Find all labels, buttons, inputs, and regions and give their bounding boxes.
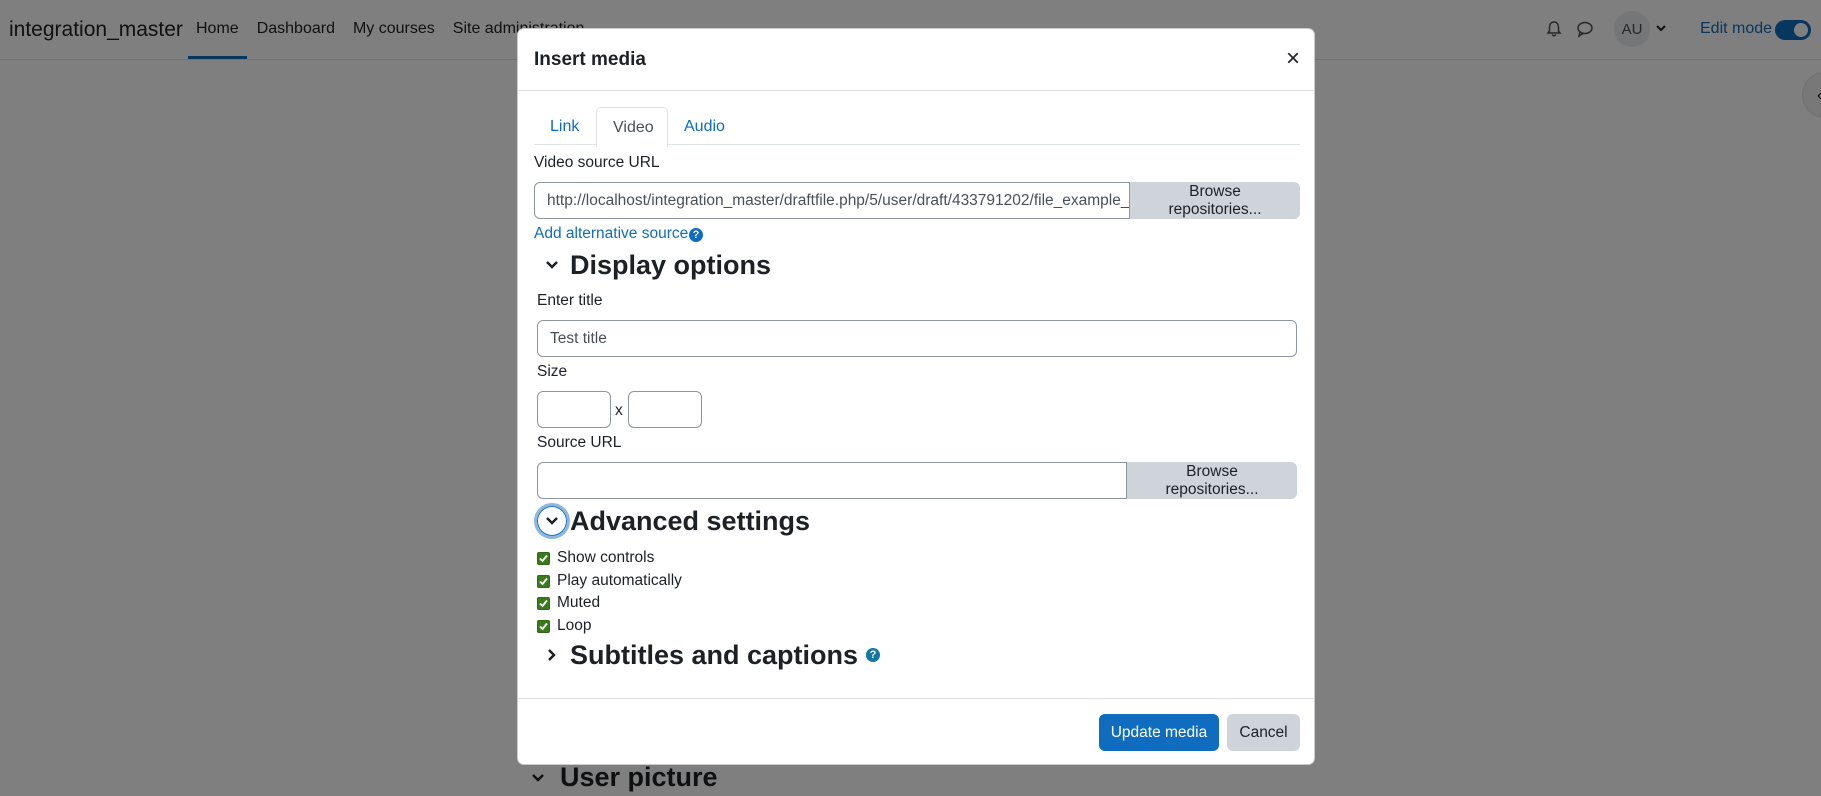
muted-label: Muted <box>557 594 601 611</box>
muted-option[interactable]: Muted <box>537 594 600 612</box>
tab-audio[interactable]: Audio <box>668 107 742 147</box>
display-options-title: Display options <box>570 249 772 280</box>
loop-option[interactable]: Loop <box>537 617 591 635</box>
add-alternative-source-link[interactable]: Add alternative source <box>534 225 688 243</box>
play-automatically-option[interactable]: Play automatically <box>537 572 682 590</box>
play-automatically-checkbox[interactable] <box>537 574 550 588</box>
height-input[interactable] <box>628 391 702 428</box>
muted-checkbox[interactable] <box>537 596 550 610</box>
browse-repositories-button[interactable]: Browse repositories... <box>1130 182 1300 219</box>
show-controls-option[interactable]: Show controls <box>537 549 654 567</box>
chevron-down-icon[interactable] <box>534 247 570 283</box>
source-url-input[interactable] <box>537 462 1127 499</box>
subtitles-captions-header[interactable]: Subtitles and captions ? <box>534 637 881 673</box>
close-icon[interactable]: × <box>1282 47 1304 71</box>
chevron-down-icon[interactable] <box>534 503 570 539</box>
source-browse-repositories-button[interactable]: Browse repositories... <box>1127 462 1297 499</box>
enter-title-label: Enter title <box>537 292 603 309</box>
modal-title: Insert media <box>534 49 646 70</box>
advanced-settings-title: Advanced settings <box>570 505 811 536</box>
size-separator: x <box>615 402 623 419</box>
title-input[interactable]: Test title <box>537 320 1297 357</box>
show-controls-checkbox[interactable] <box>537 551 550 565</box>
source-url-label: Source URL <box>537 434 622 451</box>
cancel-button[interactable]: Cancel <box>1227 714 1300 751</box>
width-input[interactable] <box>537 391 611 428</box>
show-controls-label: Show controls <box>557 549 655 566</box>
advanced-settings-header[interactable]: Advanced settings <box>534 503 810 539</box>
video-source-label: Video source URL <box>534 154 660 171</box>
loop-checkbox[interactable] <box>537 619 550 633</box>
media-type-tabs: Link Video Audio <box>534 107 1300 147</box>
question-circle-icon[interactable]: ? <box>689 228 703 242</box>
loop-label: Loop <box>557 617 592 634</box>
insert-media-dialog: Insert media × Link Video Audio Video so… <box>517 28 1315 765</box>
video-source-input[interactable]: http://localhost/integration_master/draf… <box>534 182 1130 219</box>
display-options-header[interactable]: Display options <box>534 247 771 283</box>
modal-header: Insert media × <box>518 29 1314 91</box>
play-automatically-label: Play automatically <box>557 572 682 589</box>
question-circle-icon[interactable]: ? <box>866 648 881 662</box>
tab-link[interactable]: Link <box>534 107 596 147</box>
chevron-right-icon[interactable] <box>534 637 570 673</box>
size-label: Size <box>537 363 568 380</box>
subtitles-captions-title: Subtitles and captions <box>570 639 859 670</box>
modal-footer: Update media Cancel <box>518 698 1314 764</box>
update-media-button[interactable]: Update media <box>1099 714 1219 751</box>
tab-video[interactable]: Video <box>596 107 668 147</box>
